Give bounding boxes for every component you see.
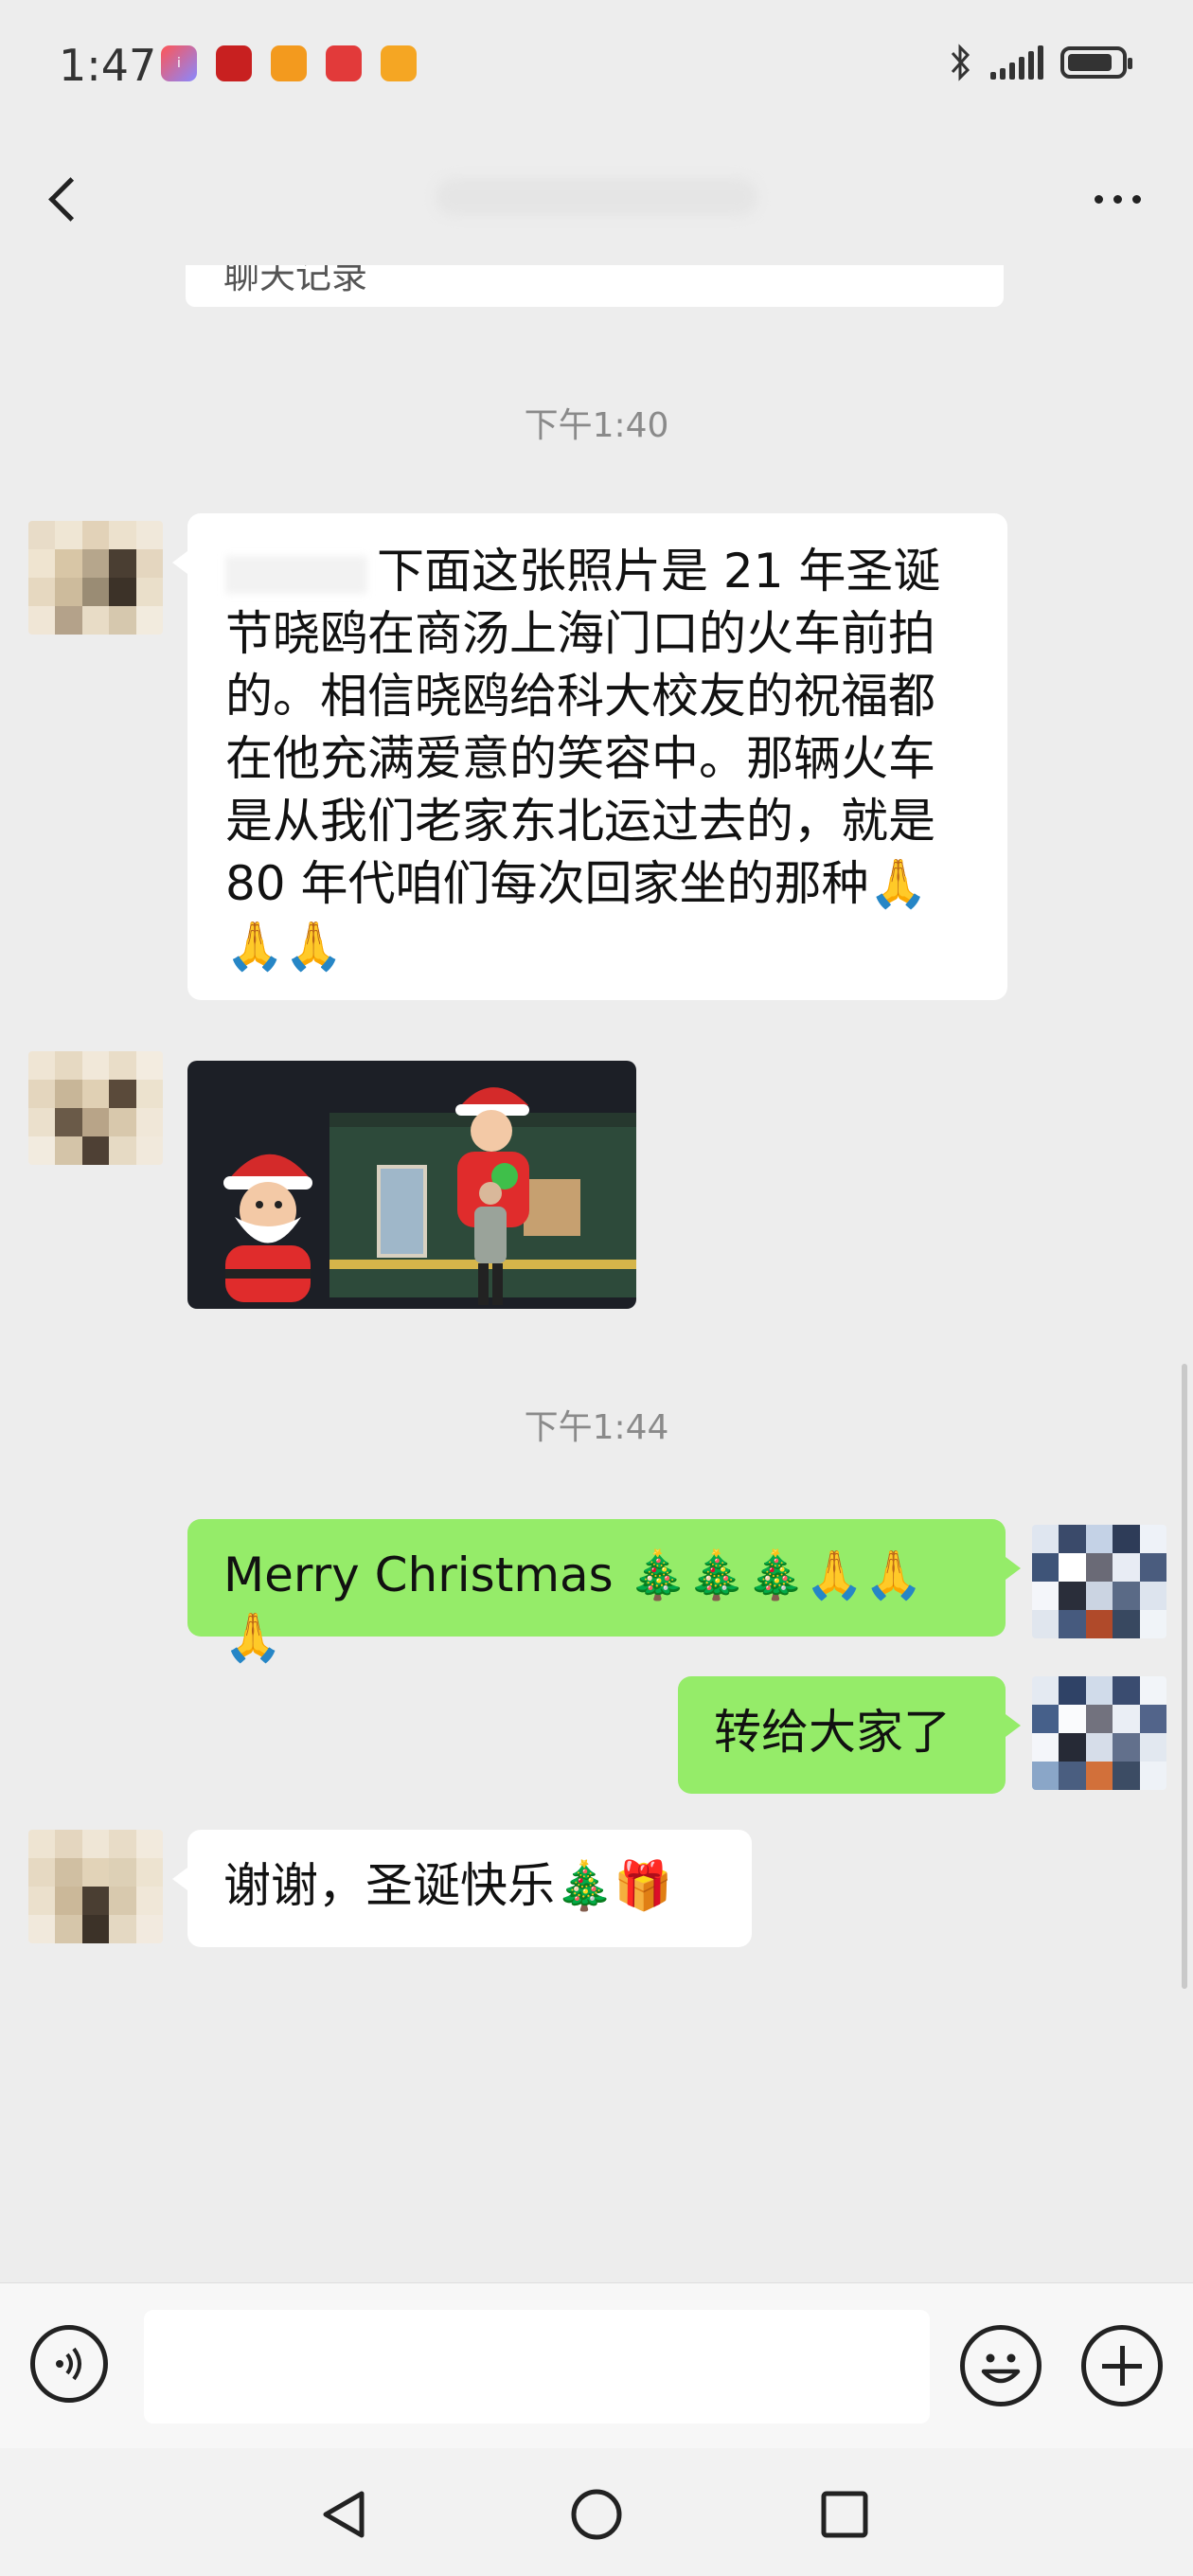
message-text: Merry Christmas 🎄🎄🎄🙏🙏🙏 bbox=[223, 1547, 923, 1665]
message-bubble[interactable]: 谢谢，圣诞快乐🎄🎁 bbox=[172, 1830, 752, 1947]
clock: 1:47 bbox=[59, 40, 157, 91]
chevron-left-icon[interactable] bbox=[28, 161, 104, 237]
photo-message[interactable] bbox=[187, 1061, 636, 1309]
bluetooth-icon bbox=[951, 44, 970, 81]
chat-messages[interactable]: 聊天记录 下午1:40 下面这张照片是 21 年圣诞节晓鸥在商汤上海门口的火车前… bbox=[0, 265, 1193, 2282]
santa-inflatable bbox=[223, 1154, 312, 1302]
app-icon bbox=[216, 45, 252, 81]
circle-home-icon[interactable] bbox=[559, 2477, 634, 2552]
emoji-icon[interactable] bbox=[960, 2325, 1042, 2406]
message-bubble[interactable]: 下面这张照片是 21 年圣诞节晓鸥在商汤上海门口的火车前拍的。相信晓鸥给科大校友… bbox=[172, 513, 1007, 1000]
chat-header bbox=[0, 133, 1193, 265]
plus-icon[interactable] bbox=[1081, 2325, 1163, 2406]
triangle-back-icon[interactable] bbox=[307, 2477, 383, 2552]
more-dots-icon[interactable] bbox=[1079, 170, 1155, 227]
app-icon bbox=[271, 45, 307, 81]
redacted-name bbox=[225, 555, 367, 594]
avatar[interactable] bbox=[28, 1830, 163, 1943]
avatar[interactable] bbox=[1032, 1525, 1166, 1638]
battery-icon bbox=[1060, 46, 1132, 79]
chat-history-label: 聊天记录 bbox=[223, 265, 368, 296]
app-icon bbox=[326, 45, 362, 81]
avatar[interactable] bbox=[28, 1051, 163, 1165]
message-text: 谢谢，圣诞快乐🎄🎁 bbox=[223, 1858, 673, 1913]
chat-title bbox=[436, 178, 757, 216]
chat-history-card[interactable]: 聊天记录 bbox=[186, 265, 1004, 307]
scrollbar[interactable] bbox=[1182, 1364, 1187, 1989]
status-bar: 1:47 i bbox=[0, 0, 1193, 133]
input-bar bbox=[0, 2282, 1193, 2449]
app-icon: i bbox=[161, 45, 197, 81]
app-icon bbox=[381, 45, 417, 81]
avatar[interactable] bbox=[28, 521, 163, 635]
message-bubble[interactable]: 转给大家了 bbox=[678, 1676, 1021, 1794]
message-text: 转给大家了 bbox=[714, 1705, 951, 1760]
message-input[interactable] bbox=[144, 2310, 930, 2424]
system-navigation bbox=[0, 2448, 1193, 2576]
avatar[interactable] bbox=[1032, 1676, 1166, 1790]
timestamp: 下午1:40 bbox=[524, 406, 669, 445]
voice-icon[interactable] bbox=[30, 2325, 108, 2403]
person-figure bbox=[474, 1182, 507, 1305]
square-recents-icon[interactable] bbox=[807, 2477, 882, 2552]
signal-icon bbox=[990, 45, 1043, 80]
timestamp: 下午1:44 bbox=[524, 1408, 669, 1447]
message-text: 下面这张照片是 21 年圣诞节晓鸥在商汤上海门口的火车前拍的。相信晓鸥给科大校友… bbox=[225, 544, 941, 974]
message-bubble[interactable]: Merry Christmas 🎄🎄🎄🙏🙏🙏 bbox=[187, 1519, 1021, 1665]
